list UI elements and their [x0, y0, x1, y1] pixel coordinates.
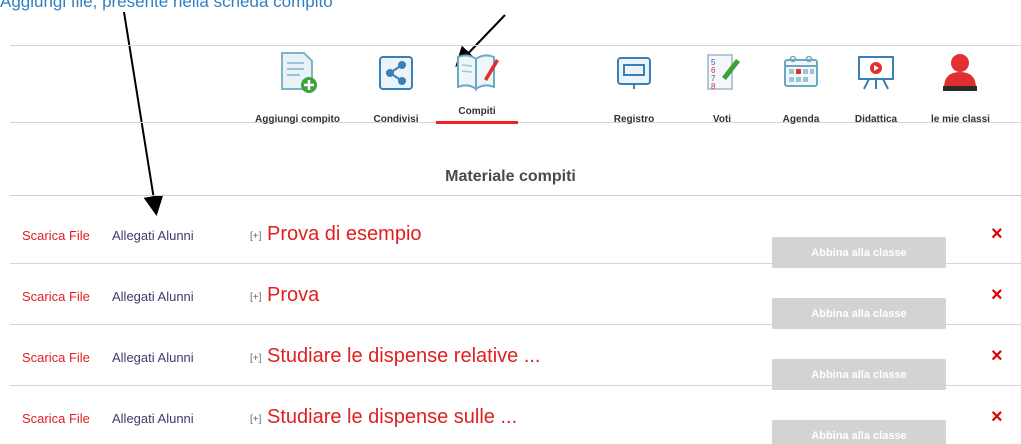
toolbar-label: Registro	[613, 114, 655, 125]
svg-text:8: 8	[711, 82, 716, 91]
homework-title[interactable]: Prova di esempio	[267, 223, 422, 246]
open-book-icon	[453, 48, 501, 96]
toolbar-label: Condivisi	[373, 114, 419, 125]
toolbar: Aggiungi compito Condivisi Compiti Regis…	[10, 45, 1021, 125]
toolbar-item-condivisi[interactable]: Condivisi	[372, 48, 420, 125]
download-file-link[interactable]: Scarica File	[22, 350, 90, 365]
toolbar-item-compiti[interactable]: Compiti	[436, 48, 518, 124]
toolbar-label: Voti	[712, 114, 732, 125]
delete-icon[interactable]: ×	[991, 284, 1003, 307]
share-icon	[372, 48, 420, 96]
toolbar-item-aggiungi-compito[interactable]: Aggiungi compito	[255, 48, 340, 125]
active-tab-indicator	[436, 121, 518, 124]
student-attachments-link[interactable]: Allegati Alunni	[112, 411, 194, 426]
homework-title[interactable]: Prova	[267, 284, 319, 307]
expand-toggle[interactable]: [+]	[250, 414, 261, 425]
toolbar-item-le-mie-classi[interactable]: le mie classi	[931, 48, 990, 125]
download-file-link[interactable]: Scarica File	[22, 289, 90, 304]
delete-icon[interactable]: ×	[991, 223, 1003, 246]
delete-icon[interactable]: ×	[991, 345, 1003, 368]
homework-row: Scarica File Allegati Alunni [+] Studiar…	[10, 386, 1021, 444]
student-attachments-link[interactable]: Allegati Alunni	[112, 228, 194, 243]
expand-toggle[interactable]: [+]	[250, 292, 261, 303]
grades-sheet-icon: 5 6 7 8	[698, 48, 746, 96]
toolbar-label: Aggiungi compito	[255, 114, 340, 125]
expand-toggle[interactable]: [+]	[250, 231, 261, 242]
assign-to-class-button[interactable]: Abbina alla classe	[772, 420, 946, 444]
homework-title[interactable]: Studiare le dispense sulle ...	[267, 406, 517, 429]
homework-row: Scarica File Allegati Alunni [+] Prova d…	[10, 203, 1021, 268]
student-attachments-link[interactable]: Allegati Alunni	[112, 289, 194, 304]
register-icon	[610, 48, 658, 96]
caption-text: Aggiungi file, presente nella scheda com…	[0, 0, 333, 11]
toolbar-item-voti[interactable]: 5 6 7 8 Voti	[698, 48, 746, 125]
toolbar-label: Agenda	[782, 114, 820, 125]
toolbar-item-agenda[interactable]: Agenda	[777, 48, 825, 125]
expand-toggle[interactable]: [+]	[250, 353, 261, 364]
toolbar-label: le mie classi	[931, 114, 990, 125]
download-file-link[interactable]: Scarica File	[22, 228, 90, 243]
section-title: Materiale compiti	[445, 168, 576, 185]
presentation-board-icon	[852, 48, 900, 96]
divider	[10, 195, 1021, 196]
add-document-icon	[274, 48, 322, 96]
toolbar-label: Compiti	[458, 106, 496, 117]
homework-row: Scarica File Allegati Alunni [+] Studiar…	[10, 325, 1021, 390]
user-icon	[936, 48, 984, 96]
homework-row: Scarica File Allegati Alunni [+] Prova A…	[10, 264, 1021, 329]
homework-title[interactable]: Studiare le dispense relative ...	[267, 345, 541, 368]
calendar-icon	[777, 48, 825, 96]
download-file-link[interactable]: Scarica File	[22, 411, 90, 426]
delete-icon[interactable]: ×	[991, 406, 1003, 429]
toolbar-item-registro[interactable]: Registro	[610, 48, 658, 125]
toolbar-label: Didattica	[854, 114, 898, 125]
student-attachments-link[interactable]: Allegati Alunni	[112, 350, 194, 365]
toolbar-item-didattica[interactable]: Didattica	[852, 48, 900, 125]
